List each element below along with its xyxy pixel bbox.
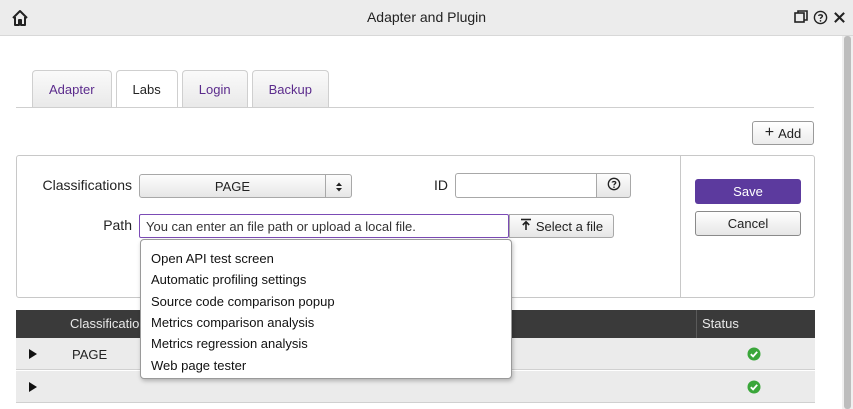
add-button[interactable]: + Add <box>752 121 814 145</box>
suggestion-item[interactable]: Web page tester <box>141 354 511 375</box>
suggestion-item[interactable]: Source code comparison popup <box>141 291 511 312</box>
select-file-label: Select a file <box>535 218 604 234</box>
tab-bar: Adapter Labs Login Backup <box>32 70 329 108</box>
suggestion-item[interactable]: Metrics comparison analysis <box>141 312 511 333</box>
column-header-classification[interactable]: Classificatio <box>70 316 139 331</box>
id-input[interactable] <box>455 173 597 198</box>
classifications-value: PAGE <box>214 179 251 194</box>
window-actions <box>793 9 847 25</box>
suggestion-item[interactable]: Automatic profiling settings <box>141 269 511 290</box>
status-ok-icon <box>746 346 762 362</box>
column-separator <box>696 310 697 338</box>
path-label: Path <box>103 217 132 233</box>
row-classification: PAGE <box>72 347 108 362</box>
suggestion-item[interactable]: Open API test screen <box>141 248 511 269</box>
status-ok-icon <box>746 379 762 395</box>
expand-icon[interactable] <box>28 381 38 393</box>
classifications-label: Classifications <box>42 177 132 193</box>
plus-icon: + <box>764 124 775 141</box>
tab-login[interactable]: Login <box>181 70 248 107</box>
suggestion-item[interactable]: Metrics regression analysis <box>141 333 511 354</box>
select-arrows-icon <box>329 180 349 194</box>
restore-icon[interactable] <box>793 9 809 25</box>
scrollbar-thumb[interactable] <box>844 36 851 409</box>
expand-icon[interactable] <box>28 348 38 360</box>
save-button[interactable]: Save <box>695 179 801 204</box>
id-help-button[interactable] <box>596 173 631 198</box>
path-input[interactable] <box>139 214 509 238</box>
upload-icon <box>520 218 532 234</box>
scrollbar[interactable] <box>842 36 853 409</box>
id-label: ID <box>434 177 448 193</box>
close-icon[interactable] <box>831 9 847 25</box>
form-divider <box>680 155 681 298</box>
tab-backup[interactable]: Backup <box>251 70 329 107</box>
column-header-status[interactable]: Status <box>702 316 739 331</box>
tab-adapter[interactable]: Adapter <box>32 70 112 107</box>
help-icon[interactable] <box>812 9 828 25</box>
path-suggestions-dropdown: Open API test screen Automatic profiling… <box>140 239 512 379</box>
tab-divider <box>16 107 814 108</box>
help-icon <box>607 177 621 194</box>
select-file-button[interactable]: Select a file <box>509 214 614 238</box>
select-separator <box>325 175 326 197</box>
title-bar: Adapter and Plugin <box>0 0 853 36</box>
add-button-label: Add <box>778 125 802 141</box>
classifications-select[interactable]: PAGE <box>139 174 352 198</box>
cancel-button[interactable]: Cancel <box>695 211 801 236</box>
tab-labs[interactable]: Labs <box>115 70 178 108</box>
window-title: Adapter and Plugin <box>366 9 487 25</box>
